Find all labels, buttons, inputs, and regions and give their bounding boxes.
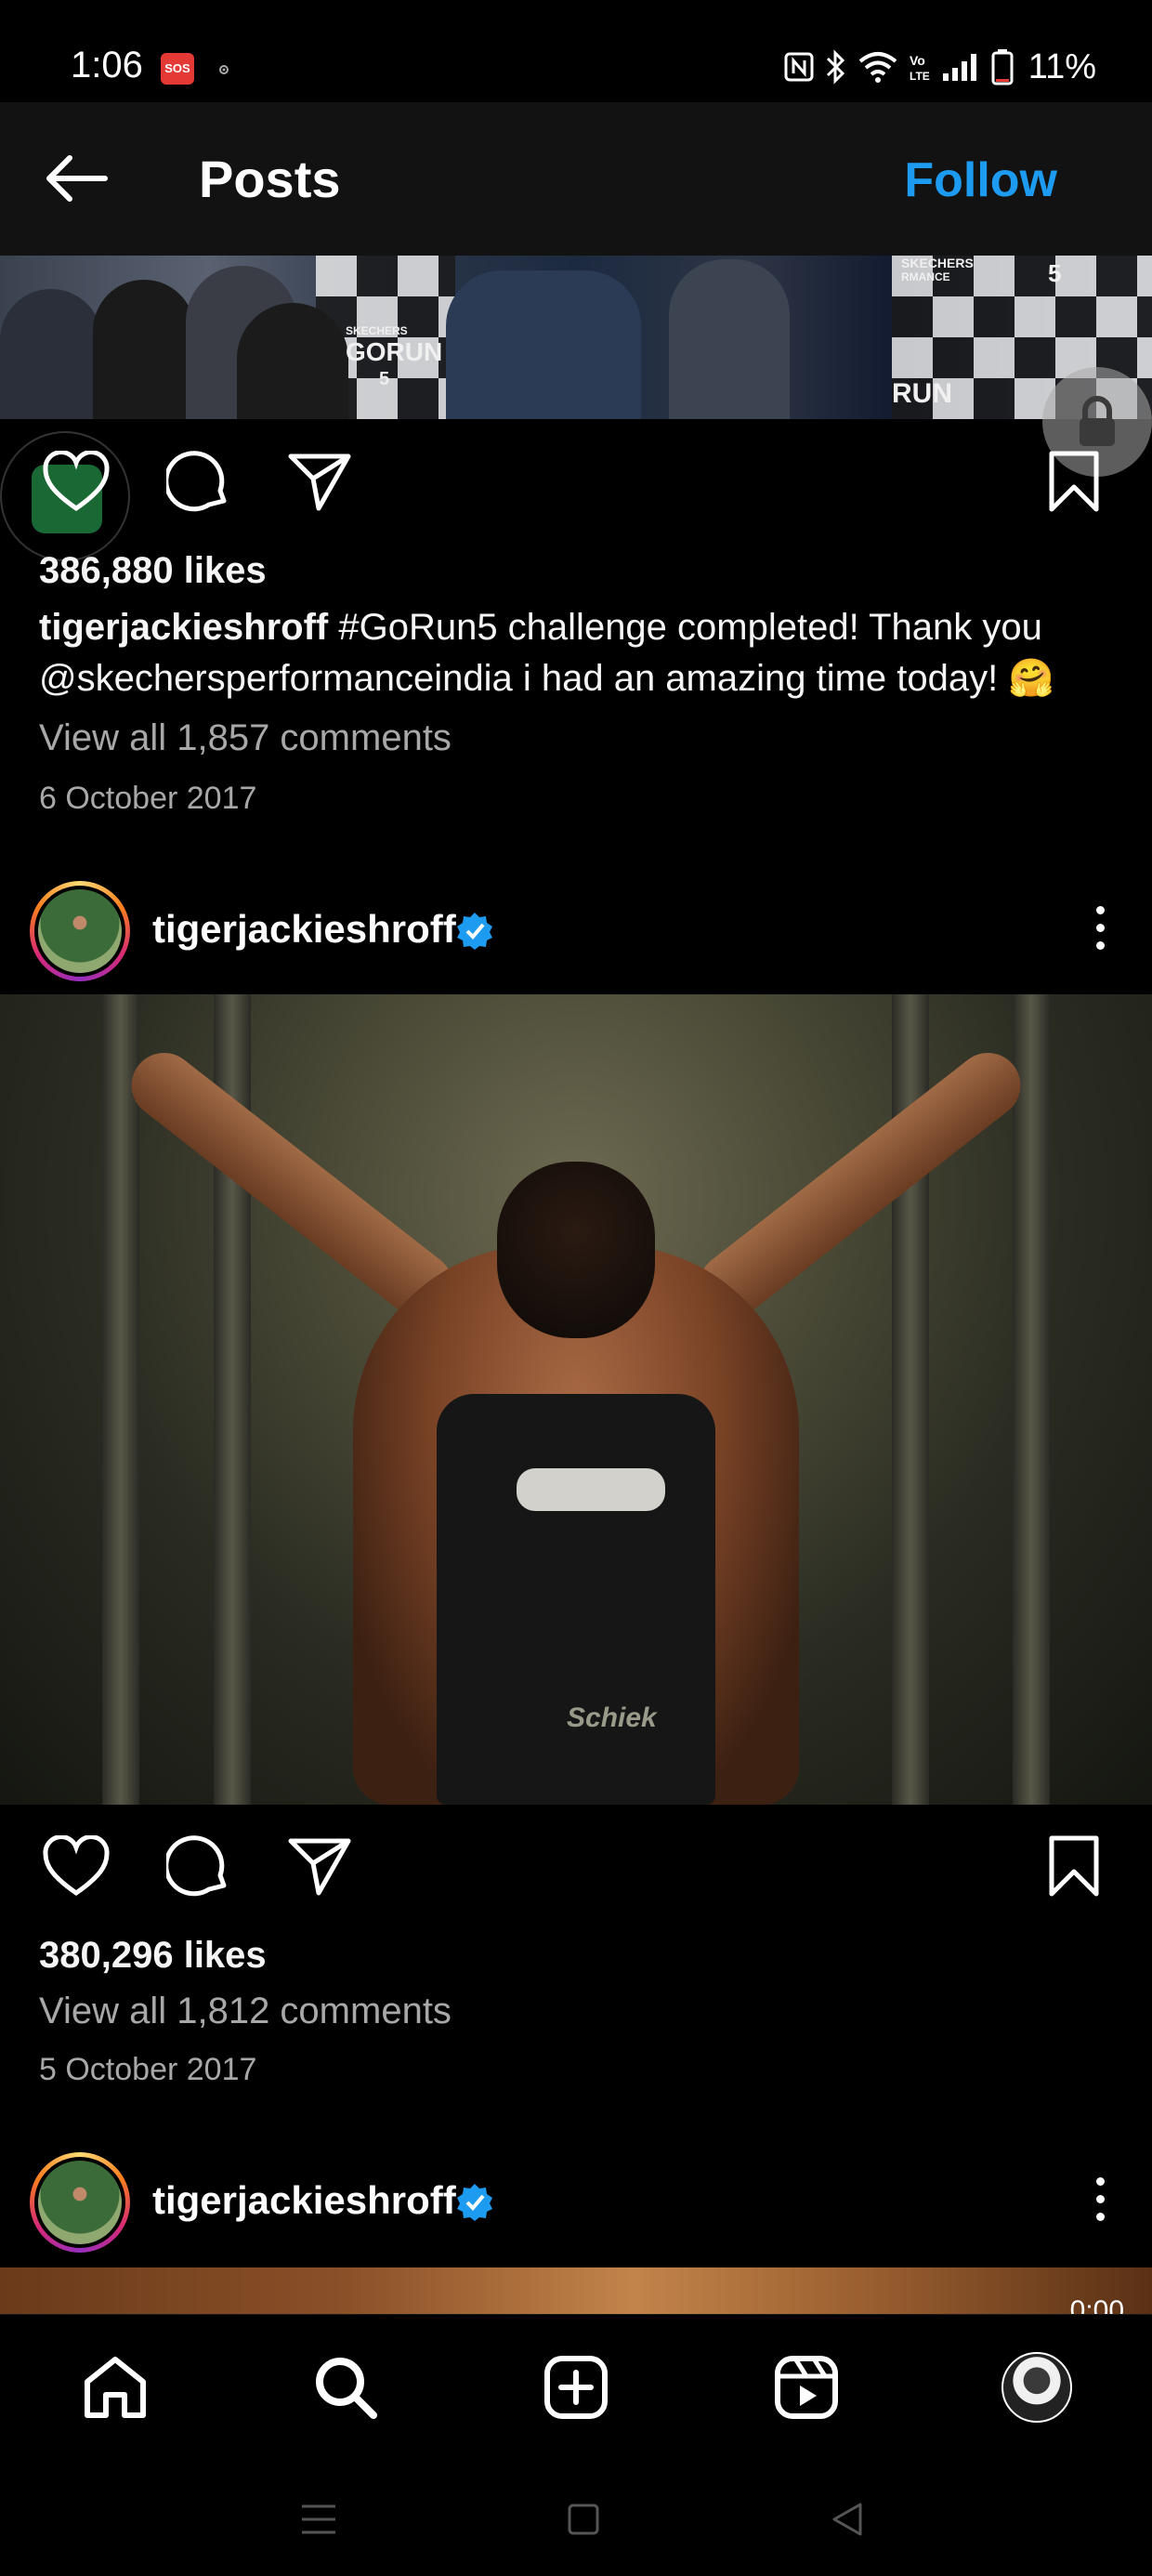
post-date: 5 October 2017 bbox=[39, 2052, 257, 2087]
post-header: tigerjackieshroff bbox=[0, 872, 1152, 983]
person bbox=[446, 270, 641, 419]
status-icons: Vo LTE 11% bbox=[783, 46, 1096, 87]
wifi-icon bbox=[858, 52, 897, 83]
image-text: Schiek bbox=[567, 1702, 657, 1733]
verified-badge-icon bbox=[457, 2184, 492, 2221]
status-time: 1:06 bbox=[71, 45, 143, 85]
bluetooth-icon bbox=[826, 49, 844, 85]
nav-home[interactable] bbox=[76, 2348, 154, 2426]
comment-icon bbox=[166, 1835, 227, 1897]
notification-dot-icon bbox=[219, 65, 229, 74]
back-system-button[interactable] bbox=[819, 2491, 875, 2547]
head bbox=[497, 1162, 655, 1338]
image-text: 5 bbox=[379, 369, 390, 389]
nav-create[interactable] bbox=[537, 2348, 615, 2426]
menu-icon bbox=[302, 2504, 335, 2534]
create-post-icon bbox=[544, 2356, 608, 2419]
gym-rack bbox=[102, 994, 139, 1805]
svg-text:Vo: Vo bbox=[910, 53, 925, 68]
image-text: SKECHERS bbox=[901, 256, 974, 270]
nav-profile[interactable] bbox=[998, 2348, 1076, 2426]
triangle-back-icon bbox=[832, 2503, 862, 2536]
more-options-button[interactable] bbox=[1081, 2171, 1119, 2227]
tank-top bbox=[437, 1394, 715, 1805]
bottom-navigation bbox=[0, 2314, 1152, 2458]
save-button[interactable] bbox=[1037, 1829, 1111, 1903]
person bbox=[237, 303, 348, 419]
like-count[interactable]: 386,880 likes bbox=[39, 550, 267, 592]
square-icon bbox=[568, 2504, 599, 2535]
top-app-bar: Posts Follow bbox=[0, 102, 1152, 256]
post-actions bbox=[0, 426, 1152, 537]
nav-reels[interactable] bbox=[767, 2348, 845, 2426]
page-title: Posts bbox=[199, 150, 341, 208]
view-comments-link[interactable]: View all 1,857 comments bbox=[39, 717, 452, 759]
post-header: tigerjackieshroff bbox=[0, 2143, 1152, 2254]
volte-icon: Vo LTE bbox=[910, 53, 930, 83]
system-navigation-bar bbox=[0, 2458, 1152, 2576]
story-avatar[interactable] bbox=[30, 2152, 130, 2253]
profile-avatar bbox=[1001, 2352, 1072, 2423]
image-text: RMANCE bbox=[901, 270, 950, 283]
status-bar: 1:06 SOS Vo LTE 11% bbox=[0, 0, 1152, 102]
image-text: 5 bbox=[1048, 259, 1062, 287]
gym-rack bbox=[1013, 994, 1050, 1805]
home-icon bbox=[85, 2357, 146, 2418]
send-icon bbox=[288, 1838, 351, 1896]
arm bbox=[686, 1039, 1034, 1332]
nfc-icon bbox=[784, 52, 814, 82]
recent-apps-button[interactable] bbox=[291, 2491, 347, 2547]
post-image[interactable] bbox=[0, 2267, 1152, 2314]
post-image[interactable]: SKECHERS GORUN 5 SKECHERS RMANCE 5 RUN bbox=[0, 256, 1152, 419]
signal-icon bbox=[942, 54, 976, 81]
nav-search[interactable] bbox=[307, 2348, 385, 2426]
comment-icon bbox=[166, 451, 227, 512]
svg-text:LTE: LTE bbox=[910, 70, 930, 83]
image-text: GORUN bbox=[346, 337, 443, 366]
send-icon bbox=[288, 453, 351, 511]
comment-button[interactable] bbox=[162, 444, 236, 519]
follow-button[interactable]: Follow bbox=[904, 152, 1057, 208]
post-actions bbox=[0, 1810, 1152, 1922]
battery-percent: 11% bbox=[1028, 46, 1096, 86]
share-button[interactable] bbox=[282, 1829, 357, 1903]
like-button[interactable] bbox=[39, 444, 113, 519]
post-caption: tigerjackieshroff #GoRun5 challenge comp… bbox=[39, 602, 1117, 704]
sos-badge: SOS bbox=[161, 53, 194, 85]
belt bbox=[517, 1468, 665, 1511]
person bbox=[0, 289, 102, 419]
heart-icon bbox=[43, 451, 110, 512]
post-username[interactable]: tigerjackieshroff bbox=[152, 907, 456, 952]
story-avatar[interactable] bbox=[30, 881, 130, 981]
arrow-left-icon bbox=[46, 155, 108, 202]
search-icon bbox=[316, 2358, 377, 2419]
image-text: SKECHERS bbox=[346, 324, 408, 337]
reels-icon bbox=[775, 2356, 838, 2419]
post-username[interactable]: tigerjackieshroff bbox=[152, 2178, 456, 2223]
verified-badge-icon bbox=[457, 913, 492, 950]
battery-icon bbox=[991, 49, 1014, 85]
view-comments-link[interactable]: View all 1,812 comments bbox=[39, 1991, 452, 2032]
bookmark-icon bbox=[1049, 1835, 1099, 1897]
post-image[interactable]: Schiek bbox=[0, 994, 1152, 1805]
caption-username[interactable]: tigerjackieshroff bbox=[39, 607, 328, 648]
like-count[interactable]: 380,296 likes bbox=[39, 1935, 267, 1977]
home-system-button[interactable] bbox=[556, 2491, 611, 2547]
person bbox=[93, 280, 195, 419]
person bbox=[669, 259, 790, 419]
like-button[interactable] bbox=[39, 1829, 113, 1903]
heart-icon bbox=[43, 1835, 110, 1897]
arm bbox=[118, 1039, 466, 1332]
share-button[interactable] bbox=[282, 444, 357, 519]
comment-button[interactable] bbox=[162, 1829, 236, 1903]
save-button[interactable] bbox=[1037, 444, 1111, 519]
post-date: 6 October 2017 bbox=[39, 781, 257, 816]
back-button[interactable] bbox=[41, 151, 111, 206]
more-options-button[interactable] bbox=[1081, 900, 1119, 955]
bookmark-icon bbox=[1049, 451, 1099, 512]
image-text: RUN bbox=[892, 378, 952, 409]
